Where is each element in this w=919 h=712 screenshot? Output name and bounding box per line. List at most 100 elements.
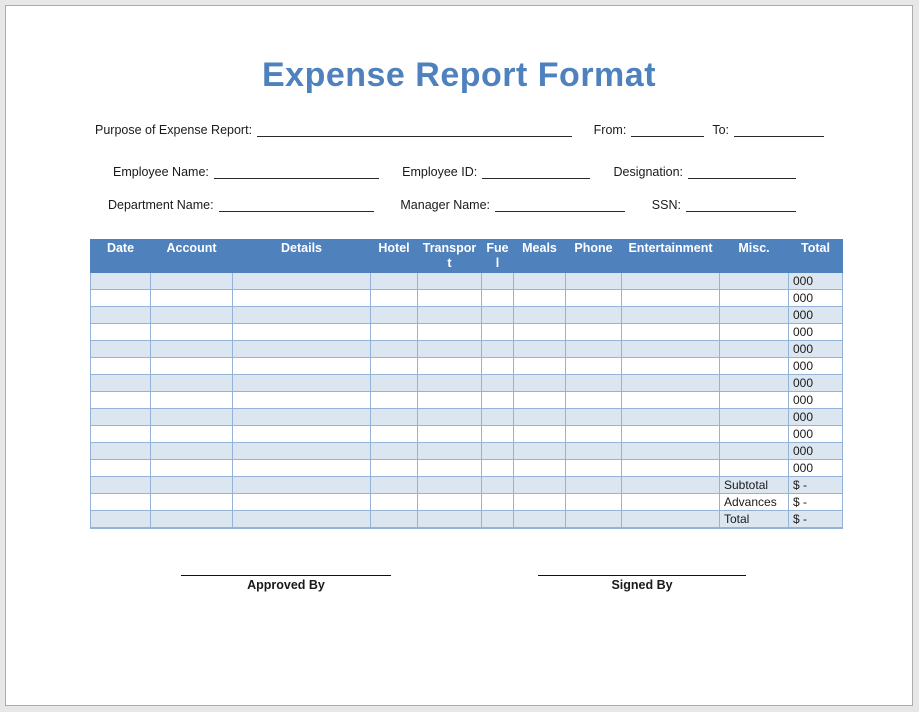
cell-date[interactable] [91,358,151,375]
cell-account[interactable] [151,392,233,409]
cell-meals[interactable] [514,358,566,375]
cell-phone[interactable] [566,273,622,290]
employee-name-blank[interactable] [214,165,379,179]
cell-misc[interactable] [720,443,789,460]
cell-hotel[interactable] [371,324,418,341]
cell-fuel[interactable] [482,443,514,460]
cell-misc[interactable] [720,307,789,324]
cell-transport[interactable] [418,443,482,460]
cell-hotel[interactable] [371,358,418,375]
cell-date[interactable] [91,426,151,443]
cell-entertainment[interactable] [622,392,720,409]
cell-date[interactable] [91,324,151,341]
cell-misc[interactable] [720,341,789,358]
cell-meals[interactable] [514,392,566,409]
employee-id-blank[interactable] [482,165,590,179]
cell-meals[interactable] [514,290,566,307]
cell-hotel[interactable] [371,426,418,443]
cell-phone[interactable] [566,375,622,392]
cell-misc[interactable] [720,426,789,443]
cell-entertainment[interactable] [622,307,720,324]
cell-entertainment[interactable] [622,443,720,460]
ssn-blank[interactable] [686,198,796,212]
cell-details[interactable] [233,460,371,477]
cell-transport[interactable] [418,460,482,477]
cell-misc[interactable] [720,409,789,426]
cell-fuel[interactable] [482,392,514,409]
cell-entertainment[interactable] [622,290,720,307]
cell-fuel[interactable] [482,375,514,392]
cell-entertainment[interactable] [622,358,720,375]
cell-entertainment[interactable] [622,341,720,358]
cell-meals[interactable] [514,273,566,290]
cell-entertainment[interactable] [622,324,720,341]
cell-hotel[interactable] [371,341,418,358]
cell-hotel[interactable] [371,375,418,392]
cell-phone[interactable] [566,460,622,477]
cell-transport[interactable] [418,409,482,426]
cell-meals[interactable] [514,426,566,443]
cell-account[interactable] [151,409,233,426]
cell-details[interactable] [233,358,371,375]
cell-details[interactable] [233,341,371,358]
cell-date[interactable] [91,307,151,324]
cell-fuel[interactable] [482,307,514,324]
cell-meals[interactable] [514,307,566,324]
cell-phone[interactable] [566,341,622,358]
cell-transport[interactable] [418,290,482,307]
cell-account[interactable] [151,443,233,460]
cell-misc[interactable] [720,324,789,341]
cell-transport[interactable] [418,324,482,341]
cell-entertainment[interactable] [622,460,720,477]
cell-account[interactable] [151,375,233,392]
cell-fuel[interactable] [482,341,514,358]
cell-meals[interactable] [514,324,566,341]
cell-phone[interactable] [566,426,622,443]
cell-meals[interactable] [514,409,566,426]
cell-entertainment[interactable] [622,409,720,426]
cell-date[interactable] [91,375,151,392]
cell-account[interactable] [151,324,233,341]
cell-date[interactable] [91,341,151,358]
cell-fuel[interactable] [482,460,514,477]
cell-misc[interactable] [720,273,789,290]
cell-hotel[interactable] [371,409,418,426]
cell-account[interactable] [151,273,233,290]
cell-fuel[interactable] [482,290,514,307]
cell-phone[interactable] [566,324,622,341]
cell-hotel[interactable] [371,290,418,307]
cell-fuel[interactable] [482,358,514,375]
cell-details[interactable] [233,443,371,460]
cell-transport[interactable] [418,307,482,324]
cell-date[interactable] [91,290,151,307]
cell-phone[interactable] [566,307,622,324]
cell-fuel[interactable] [482,273,514,290]
cell-fuel[interactable] [482,324,514,341]
cell-phone[interactable] [566,290,622,307]
cell-hotel[interactable] [371,460,418,477]
cell-misc[interactable] [720,358,789,375]
cell-date[interactable] [91,409,151,426]
cell-account[interactable] [151,460,233,477]
cell-date[interactable] [91,273,151,290]
cell-fuel[interactable] [482,409,514,426]
cell-transport[interactable] [418,375,482,392]
cell-details[interactable] [233,324,371,341]
cell-transport[interactable] [418,341,482,358]
cell-details[interactable] [233,375,371,392]
cell-phone[interactable] [566,358,622,375]
cell-entertainment[interactable] [622,375,720,392]
manager-name-blank[interactable] [495,198,625,212]
cell-details[interactable] [233,392,371,409]
designation-blank[interactable] [688,165,796,179]
department-name-blank[interactable] [219,198,374,212]
cell-details[interactable] [233,273,371,290]
cell-misc[interactable] [720,460,789,477]
to-blank[interactable] [734,123,824,137]
cell-account[interactable] [151,426,233,443]
cell-account[interactable] [151,358,233,375]
cell-meals[interactable] [514,443,566,460]
cell-date[interactable] [91,443,151,460]
cell-meals[interactable] [514,460,566,477]
cell-details[interactable] [233,307,371,324]
